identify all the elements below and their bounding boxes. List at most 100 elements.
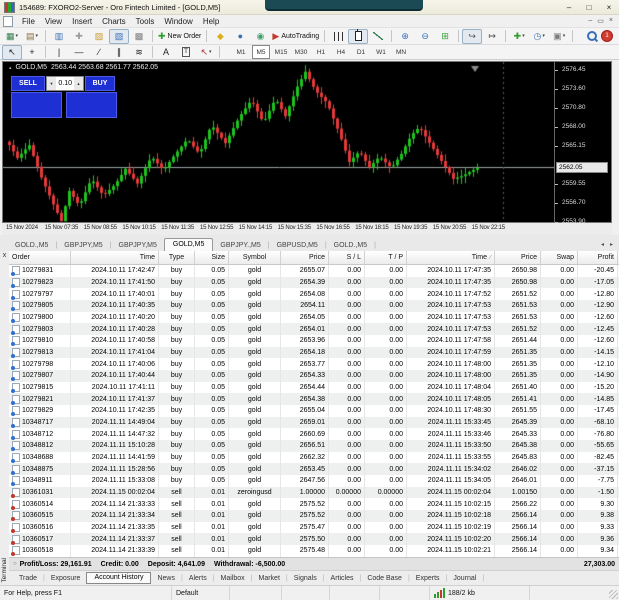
terminal-tab-articles[interactable]: Articles (325, 574, 360, 583)
chart-area[interactable]: ▴ GOLD,M5 2563.44 2563.68 2561.77 2562.0… (2, 61, 612, 223)
column-header-9[interactable]: Price (495, 251, 541, 264)
tile-windows-button[interactable]: ⊞ (435, 29, 455, 44)
history-row[interactable]: 103605182024.11.14 21:33:39sell0.01gold2… (9, 545, 619, 557)
chart-tab-5[interactable]: GBPUSD,M5 (270, 240, 325, 251)
mdi-minimize-button[interactable]: – (588, 17, 592, 25)
timeframe-m30[interactable]: M30 (292, 45, 310, 59)
metaeditor-button[interactable]: ◆ (210, 29, 230, 44)
history-row[interactable]: 102798232024.10.11 17:41:50buy0.05gold26… (9, 277, 619, 289)
history-row[interactable]: 102798072024.10.11 17:40:44buy0.05gold26… (9, 370, 619, 382)
resize-grip[interactable] (609, 590, 618, 599)
terminal-tab-exposure[interactable]: Exposure (45, 574, 87, 583)
history-row[interactable]: 103610312024.11.15 00:02:04sell0.01zeroi… (9, 487, 619, 499)
news-feed-button[interactable]: ◉ (250, 29, 270, 44)
timeframe-h4[interactable]: H4 (332, 45, 350, 59)
menu-help[interactable]: Help (198, 17, 224, 26)
bar-chart-button[interactable] (328, 29, 348, 44)
buy-button[interactable]: BUY (85, 76, 115, 91)
timeframe-w1[interactable]: W1 (372, 45, 390, 59)
terminal-tab-experts[interactable]: Experts (410, 574, 446, 583)
templates-dropdown-icon[interactable]: ▾ (563, 33, 566, 39)
history-row[interactable]: 102797982024.10.11 17:40:06buy0.05gold26… (9, 358, 619, 370)
menu-file[interactable]: File (17, 17, 40, 26)
line-chart-button[interactable] (368, 29, 388, 44)
vertical-line-button[interactable]: | (49, 45, 69, 60)
history-row[interactable]: 102797972024.10.11 17:40:01buy0.05gold26… (9, 288, 619, 300)
new-chart-button[interactable]: ▦▾ (2, 29, 22, 44)
terminal-tab-mailbox[interactable]: Mailbox (215, 574, 251, 583)
column-header-6[interactable]: S / L (329, 251, 365, 264)
timeframe-m5[interactable]: M5 (252, 45, 270, 59)
terminal-tab-news[interactable]: News (151, 574, 181, 583)
crosshair-button[interactable]: + (22, 45, 42, 60)
history-row[interactable]: 103487122024.11.11 14:47:32buy0.05gold26… (9, 428, 619, 440)
zoom-in-button[interactable]: ⊕ (395, 29, 415, 44)
column-header-7[interactable]: T / P (365, 251, 407, 264)
navigator-button[interactable]: ▨ (89, 29, 109, 44)
history-row[interactable]: 102798292024.10.11 17:42:35buy0.05gold26… (9, 405, 619, 417)
history-row[interactable]: 102798132024.10.11 17:41:04buy0.05gold26… (9, 347, 619, 359)
timeframe-h1[interactable]: H1 (312, 45, 330, 59)
history-row[interactable]: 102798102024.10.11 17:40:58buy0.05gold26… (9, 335, 619, 347)
column-header-2[interactable]: Type (159, 251, 195, 264)
collapse-marker-icon[interactable]: ▴ (9, 65, 12, 71)
terminal-tab-trade[interactable]: Trade (13, 574, 43, 583)
tabs-scroll-left-icon[interactable]: ◂ (601, 241, 604, 248)
history-row[interactable]: 103605172024.11.14 21:33:37sell0.01gold2… (9, 533, 619, 545)
new-chart-dropdown-icon[interactable]: ▾ (16, 33, 19, 39)
profiles-dropdown-icon[interactable]: ▾ (36, 33, 39, 39)
column-header-4[interactable]: Symbol (229, 251, 281, 264)
history-row[interactable]: 102798032024.10.11 17:40:28buy0.05gold26… (9, 323, 619, 335)
periods-button[interactable]: ◷▾ (529, 29, 549, 44)
volume-down-button[interactable]: ▼ (47, 77, 56, 90)
chart-tab-1[interactable]: GBPJPY,M5 (57, 240, 109, 251)
maximize-button[interactable]: □ (583, 3, 595, 12)
chart-tab-4[interactable]: GBPJPY.,M5 (213, 240, 267, 251)
chart-tab-0[interactable]: GOLD.,M5 (8, 240, 55, 251)
history-row[interactable]: 103605152024.11.14 21:33:34sell0.01gold2… (9, 510, 619, 522)
text-label-button[interactable]: T (176, 45, 196, 60)
volume-input[interactable]: 0.10 (56, 77, 74, 90)
mdi-restore-button[interactable]: ▭ (597, 17, 604, 25)
fibonacci-button[interactable]: ≋ (129, 45, 149, 60)
zoom-out-button[interactable]: ⊖ (415, 29, 435, 44)
equidistant-channel-button[interactable]: ∥ (109, 45, 129, 60)
history-row[interactable]: 103605142024.11.14 21:33:33sell0.01gold2… (9, 498, 619, 510)
timeframe-m1[interactable]: M1 (232, 45, 250, 59)
candlestick-chart-button[interactable] (348, 29, 368, 44)
text-button[interactable]: A (156, 45, 176, 60)
mdi-close-button[interactable]: × (609, 17, 613, 25)
history-row[interactable]: 102798212024.10.11 17:41:37buy0.05gold26… (9, 393, 619, 405)
data-window-button[interactable]: ✚ (69, 29, 89, 44)
periods-dropdown-icon[interactable]: ▾ (542, 33, 545, 39)
history-row[interactable]: 102798002024.10.11 17:40:20buy0.05gold26… (9, 312, 619, 324)
arrows-button[interactable]: ↖▾ (196, 45, 216, 60)
strategy-tester-button[interactable]: ▩ (129, 29, 149, 44)
minimize-button[interactable]: – (563, 3, 575, 12)
history-row[interactable]: 103487172024.11.11 14:49:04buy0.05gold26… (9, 417, 619, 429)
menu-view[interactable]: View (40, 17, 67, 26)
chart-tab-3[interactable]: GOLD,M5 (164, 238, 214, 251)
profiles-button[interactable]: ▤▾ (22, 29, 42, 44)
menu-charts[interactable]: Charts (97, 17, 131, 26)
column-header-11[interactable]: Profit (578, 251, 618, 264)
status-profile[interactable]: Default (172, 586, 230, 600)
volume-up-button[interactable]: ▲ (74, 77, 83, 90)
chart-tab-6[interactable]: GOLD.,M5 (327, 240, 374, 251)
chart-tab-2[interactable]: GBPJPY,M5 (112, 240, 164, 251)
history-row[interactable]: 102798312024.10.11 17:42:47buy0.05gold26… (9, 265, 619, 277)
history-row[interactable]: 103488122024.11.11 15:10:28buy0.05gold26… (9, 440, 619, 452)
terminal-tab-signals[interactable]: Signals (288, 574, 323, 583)
timeframe-mn[interactable]: MN (392, 45, 410, 59)
menu-insert[interactable]: Insert (67, 17, 97, 26)
terminal-tab-code-base[interactable]: Code Base (361, 574, 408, 583)
terminal-close-button[interactable]: x (0, 252, 9, 260)
auto-scroll-button[interactable]: ↪ (462, 29, 482, 44)
column-header-10[interactable]: Swap (541, 251, 578, 264)
history-row[interactable]: 103489112024.11.11 15:33:08buy0.05gold26… (9, 475, 619, 487)
trendline-button[interactable]: ∕ (89, 45, 109, 60)
market-watch-button[interactable]: ▥ (49, 29, 69, 44)
history-row[interactable]: 103488752024.11.11 15:28:56buy0.05gold26… (9, 463, 619, 475)
terminal-tab-account-history[interactable]: Account History (86, 572, 151, 584)
sell-button[interactable]: SELL (11, 76, 45, 91)
